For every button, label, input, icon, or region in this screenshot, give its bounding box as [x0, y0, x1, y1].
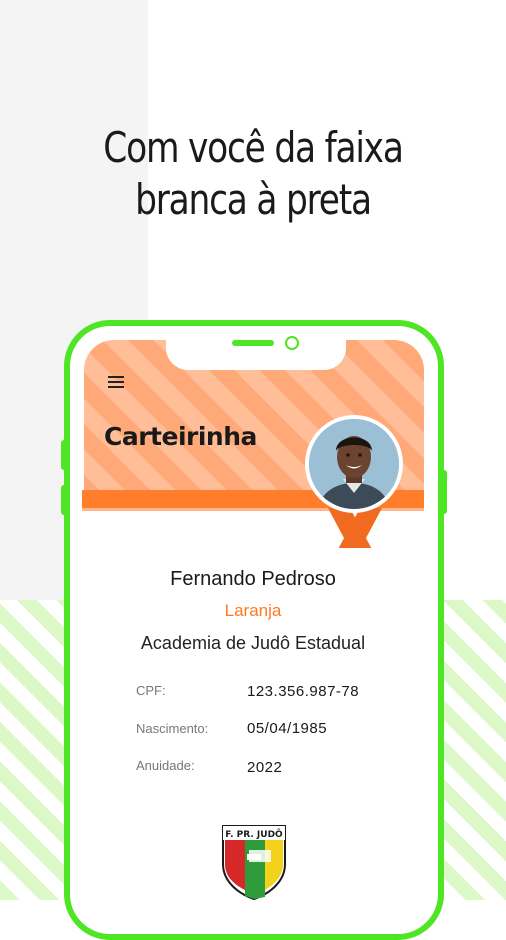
phone-volume-button-2: [61, 485, 67, 515]
birthdate-value: 05/04/1985: [247, 720, 328, 737]
headline: Com você da faixa branca à preta: [46, 122, 461, 226]
avatar-photo: [309, 419, 399, 509]
phone-power-button: [441, 470, 447, 514]
birthdate-label: Nascimento:: [136, 721, 209, 736]
headline-line-1: Com você da faixa: [103, 123, 404, 172]
belt-color-label: Laranja: [224, 601, 282, 620]
federation-logo-text: F. PR. JUDÔ: [225, 828, 283, 840]
person-name: Fernando Pedroso: [170, 568, 336, 590]
page-title: Carteirinha: [104, 422, 257, 451]
annuity-label: Anuidade:: [136, 758, 195, 773]
academy-name: Academia de Judô Estadual: [140, 633, 366, 653]
phone-speaker: [232, 340, 274, 346]
avatar: [305, 415, 403, 513]
cpf-value: 123.356.987-78: [247, 683, 360, 700]
federation-logo: F. PR. JUDÔ: [221, 824, 287, 901]
annuity-value: 2022: [247, 759, 283, 776]
cpf-label: CPF:: [136, 683, 166, 698]
hamburger-menu-icon[interactable]: [108, 376, 124, 390]
phone-camera: [285, 336, 299, 350]
phone-volume-button: [61, 440, 67, 470]
headline-line-2: branca à preta: [135, 175, 372, 224]
